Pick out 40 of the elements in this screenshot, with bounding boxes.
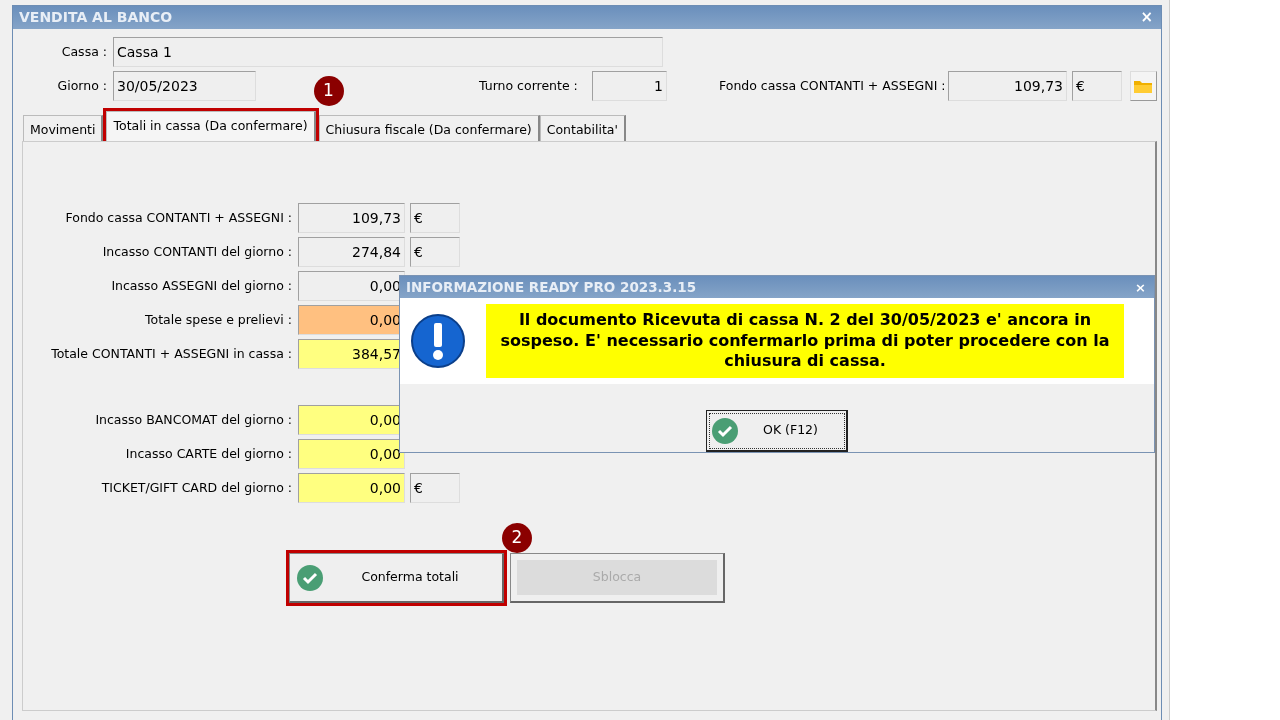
field-label: Giorno : — [56, 76, 108, 95]
field-label: Totale CONTANTI + ASSEGNI in cassa : — [50, 344, 293, 363]
field-label: Turno corrente : — [479, 76, 579, 95]
amount-field[interactable]: 0,00 — [298, 473, 405, 503]
cassa-field[interactable]: Cassa 1 — [113, 37, 663, 67]
callout-badge: 1 — [313, 76, 344, 106]
field-label: TICKET/GIFT CARD del giorno : — [100, 478, 293, 497]
check-icon — [711, 416, 739, 445]
field-label: Incasso CONTANTI del giorno : — [101, 242, 293, 261]
currency-field: € — [410, 203, 460, 233]
folder-icon — [1133, 78, 1153, 94]
folder-button[interactable] — [1130, 71, 1157, 101]
message-text: Il documento Ricevuta di cassa N. 2 del 30/05/2023 e' ancora in sospeso. E' necessario confermarlo prima di poter procedere con la chiusura di cassa. — [486, 304, 1124, 378]
exclamation-icon — [410, 313, 466, 369]
amount-field[interactable]: 109,73 — [298, 203, 405, 233]
currency-field: € — [410, 473, 460, 503]
tab[interactable]: Movimenti — [23, 115, 104, 141]
field-label: Fondo cassa CONTANTI + ASSEGNI : — [64, 208, 293, 227]
shift-field[interactable]: 1 — [592, 71, 667, 101]
currency-field: € — [1072, 71, 1122, 101]
ok-button[interactable]: OK (F12) — [706, 410, 848, 452]
callout-badge: 2 — [502, 523, 532, 553]
field-label: Incasso ASSEGNI del giorno : — [110, 276, 293, 295]
amount-field[interactable]: 109,73 — [948, 71, 1067, 101]
date-field[interactable]: 30/05/2023 — [113, 71, 256, 101]
amount-field[interactable]: 0,00 — [298, 439, 405, 469]
check-icon — [296, 563, 324, 592]
button[interactable]: Conferma totali — [289, 553, 504, 603]
field-label: Totale spese e prelievi : — [144, 310, 293, 329]
dialog-title: INFORMAZIONE READY PRO 2023.3.15 — [406, 277, 697, 297]
currency-field: € — [410, 237, 460, 267]
amount-field[interactable]: 274,84 — [298, 237, 405, 267]
tab[interactable]: Contabilita' — [539, 115, 626, 141]
window-title: VENDITA AL BANCO — [19, 8, 173, 27]
tab[interactable]: Totali in cassa (Da confermare) — [106, 111, 316, 141]
field-label: Incasso CARTE del giorno : — [124, 444, 293, 463]
field-label: Incasso BANCOMAT del giorno : — [94, 410, 293, 429]
tab[interactable]: Chiusura fiscale (Da confermare) — [318, 115, 540, 141]
field-label: Fondo cassa CONTANTI + ASSEGNI : — [719, 76, 947, 95]
field-label: Cassa : — [60, 42, 108, 61]
